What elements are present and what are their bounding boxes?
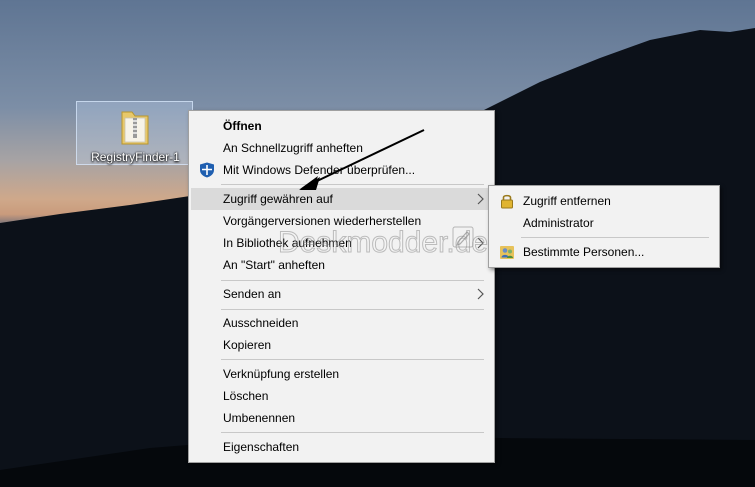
menu-item-create-shortcut[interactable]: Verknüpfung erstellen bbox=[191, 363, 492, 385]
desktop-folder-icon[interactable]: RegistryFinder-1 bbox=[76, 101, 193, 165]
chevron-right-icon bbox=[477, 193, 484, 205]
menu-item-label: Ausschneiden bbox=[223, 316, 299, 330]
submenu-separator bbox=[521, 237, 709, 238]
menu-item-label: Senden an bbox=[223, 287, 282, 301]
menu-item-delete[interactable]: Löschen bbox=[191, 385, 492, 407]
menu-item-pin-quick-access[interactable]: An Schnellzugriff anheften bbox=[191, 137, 492, 159]
menu-item-label: Verknüpfung erstellen bbox=[223, 367, 340, 381]
users-icon bbox=[500, 246, 514, 259]
menu-item-label: An Schnellzugriff anheften bbox=[223, 141, 363, 155]
chevron-right-icon bbox=[477, 288, 484, 300]
submenu-item-label: Bestimmte Personen... bbox=[523, 245, 645, 259]
menu-separator bbox=[221, 184, 484, 185]
menu-separator bbox=[221, 359, 484, 360]
menu-item-label: Umbenennen bbox=[223, 411, 296, 425]
menu-item-give-access[interactable]: Zugriff gewähren auf bbox=[191, 188, 492, 210]
menu-item-copy[interactable]: Kopieren bbox=[191, 334, 492, 356]
submenu-item-specific-people[interactable]: Bestimmte Personen... bbox=[491, 241, 717, 263]
submenu-item-remove-access[interactable]: Zugriff entfernen bbox=[491, 190, 717, 212]
menu-item-send-to[interactable]: Senden an bbox=[191, 283, 492, 305]
menu-item-label: An "Start" anheften bbox=[223, 258, 325, 272]
menu-item-label: Löschen bbox=[223, 389, 269, 403]
submenu-item-label: Administrator bbox=[523, 216, 594, 230]
menu-item-label: Kopieren bbox=[223, 338, 272, 352]
menu-item-label: Zugriff gewähren auf bbox=[223, 192, 333, 206]
menu-item-cut[interactable]: Ausschneiden bbox=[191, 312, 492, 334]
menu-separator bbox=[221, 432, 484, 433]
menu-item-rename[interactable]: Umbenennen bbox=[191, 407, 492, 429]
menu-separator bbox=[221, 280, 484, 281]
lock-icon bbox=[501, 194, 513, 209]
zip-folder-icon bbox=[121, 111, 149, 145]
menu-item-open[interactable]: Öffnen bbox=[191, 115, 492, 137]
menu-item-label: Eigenschaften bbox=[223, 440, 300, 454]
pencil-icon bbox=[452, 226, 474, 248]
context-menu: Öffnen An Schnellzugriff anheften Mit Wi… bbox=[188, 110, 495, 463]
submenu-item-administrator[interactable]: Administrator bbox=[491, 212, 717, 234]
menu-item-label: Mit Windows Defender überprüfen... bbox=[223, 163, 416, 177]
give-access-submenu: Zugriff entfernen Administrator Bestimmt… bbox=[488, 185, 720, 268]
windows-defender-icon bbox=[200, 162, 214, 178]
menu-item-properties[interactable]: Eigenschaften bbox=[191, 436, 492, 458]
submenu-item-label: Zugriff entfernen bbox=[523, 194, 611, 208]
menu-separator bbox=[221, 309, 484, 310]
menu-item-defender-scan[interactable]: Mit Windows Defender überprüfen... bbox=[191, 159, 492, 181]
menu-item-label: Öffnen bbox=[223, 119, 262, 133]
desktop-icon-label: RegistryFinder-1 bbox=[91, 150, 180, 164]
